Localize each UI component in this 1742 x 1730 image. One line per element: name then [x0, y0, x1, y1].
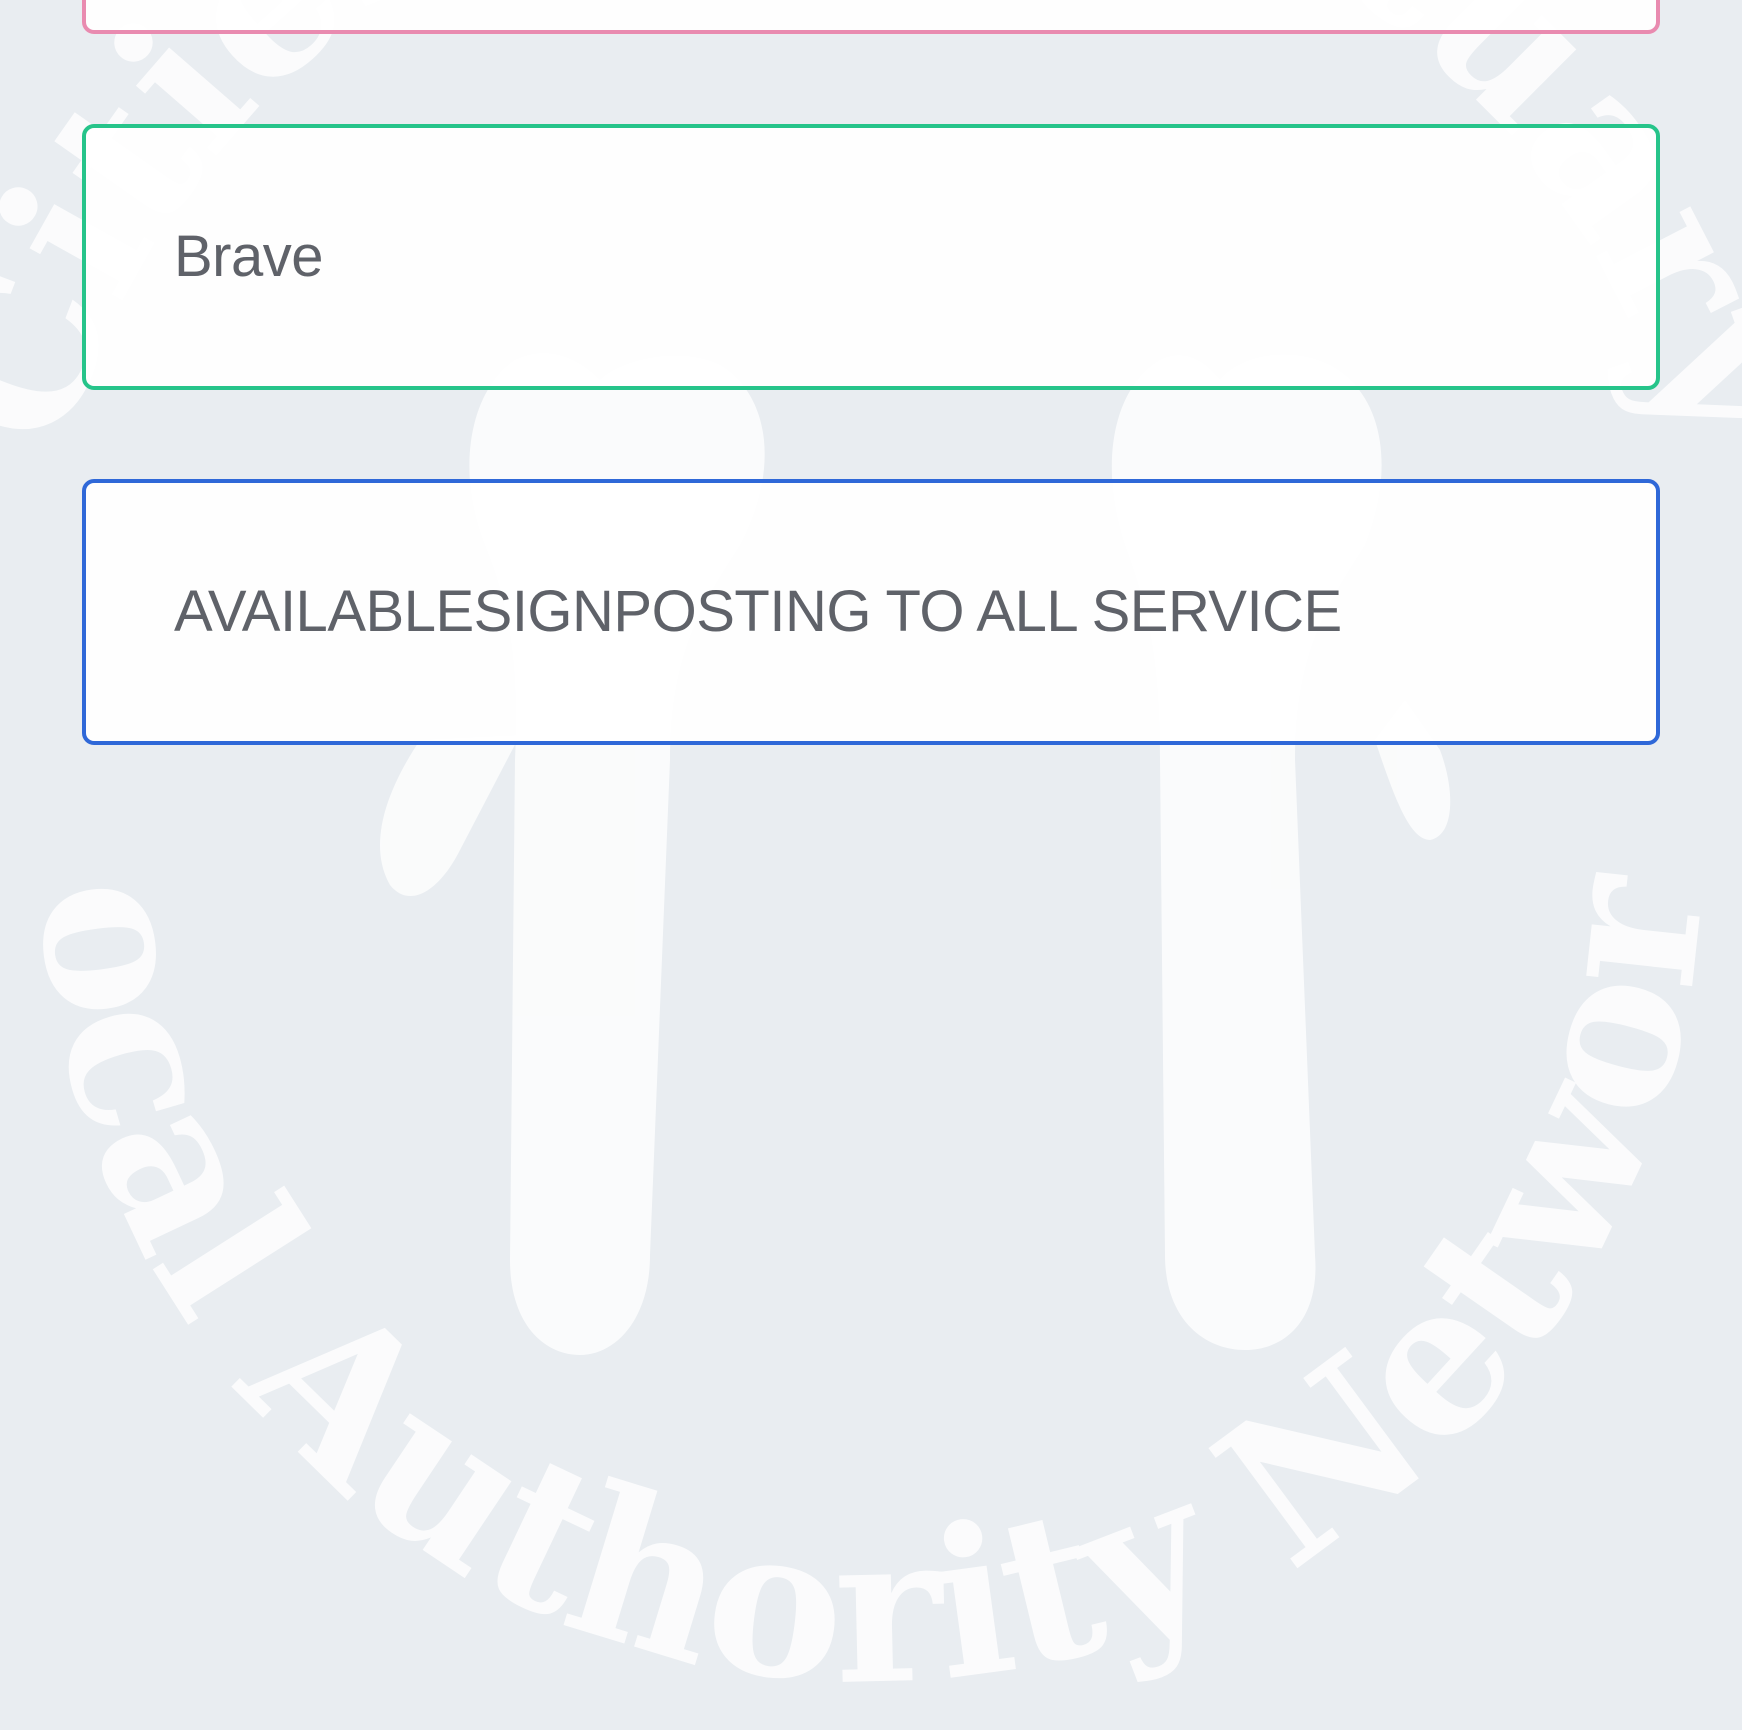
top-partial-card[interactable] [82, 0, 1660, 34]
signposting-option-card[interactable]: AVAILABLESIGNPOSTING TO ALL SERVICE [82, 479, 1660, 745]
brave-option-card[interactable]: Brave [82, 124, 1660, 390]
brave-option-label: Brave [174, 224, 324, 289]
signposting-option-label: AVAILABLESIGNPOSTING TO ALL SERVICE [174, 579, 1342, 644]
